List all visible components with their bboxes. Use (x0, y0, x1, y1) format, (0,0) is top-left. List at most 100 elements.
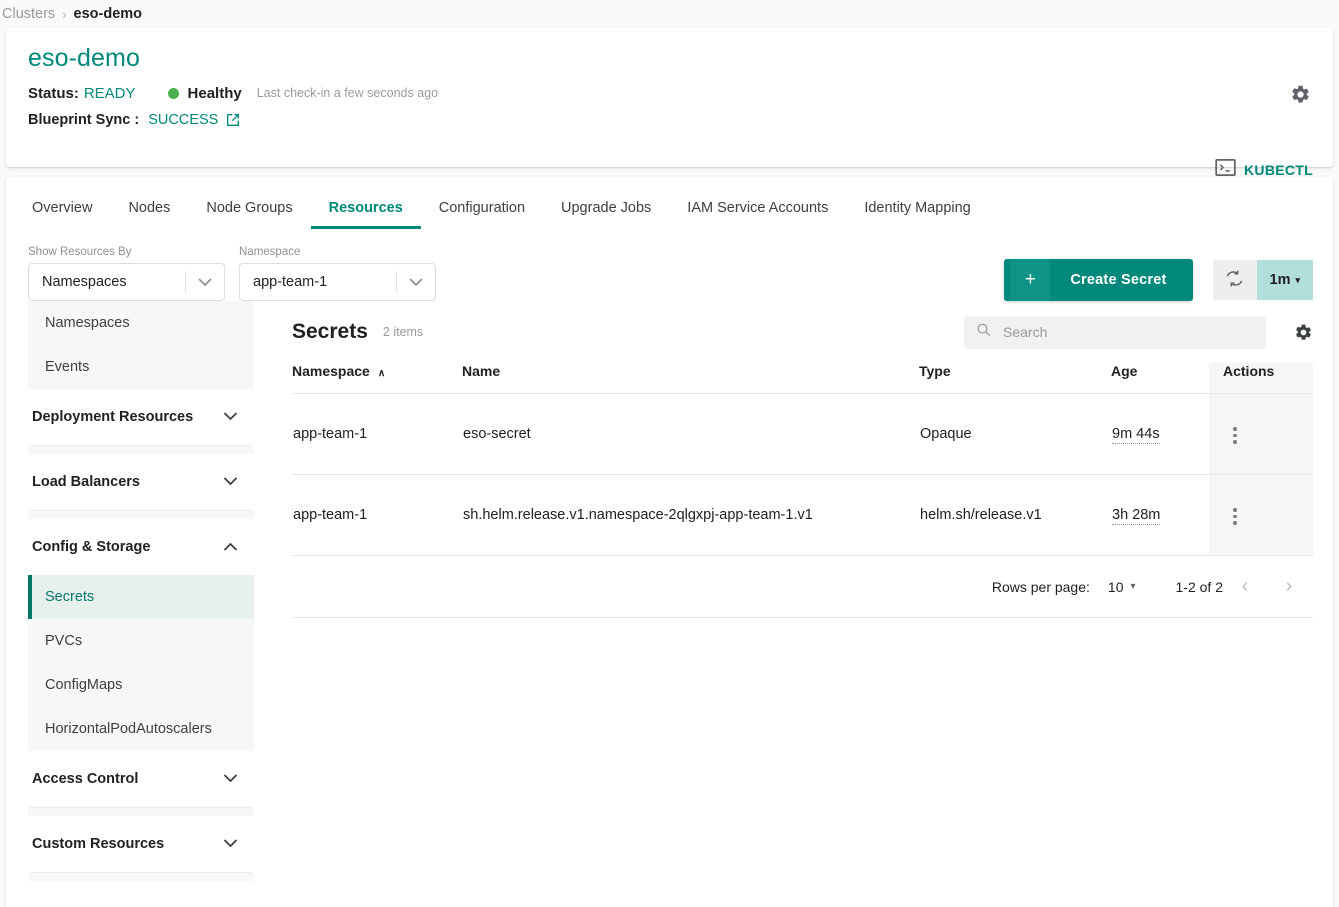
pagination-range: 1-2 of 2 (1175, 578, 1223, 595)
resources-card: Overview Nodes Node Groups Resources Con… (6, 177, 1333, 907)
refresh-icon (1225, 269, 1244, 291)
tab-nodes[interactable]: Nodes (110, 200, 188, 229)
blueprint-sync-row: Blueprint Sync : SUCCESS (28, 112, 1311, 128)
blueprint-sync-label: Blueprint Sync : (28, 112, 140, 128)
column-header-actions: Actions (1209, 363, 1313, 394)
show-resources-by-select[interactable]: Namespaces (28, 263, 225, 301)
tab-configuration[interactable]: Configuration (421, 200, 543, 229)
namespace-value: app-team-1 (253, 274, 328, 290)
tab-overview[interactable]: Overview (14, 200, 110, 229)
column-header-age[interactable]: Age (1111, 363, 1209, 394)
sidebar-item-configmaps[interactable]: ConfigMaps (28, 663, 254, 707)
cell-actions (1209, 393, 1313, 475)
search-icon (976, 322, 991, 342)
sidebar-group-deployment-resources[interactable]: Deployment Resources (28, 389, 254, 445)
sidebar-item-horizontalpodautoscalers[interactable]: HorizontalPodAutoscalers (28, 707, 254, 751)
resources-sidebar: Namespaces Events Deployment Resources L… (28, 301, 254, 881)
cell-name: sh.helm.release.v1.namespace-2qlgxpj-app… (462, 474, 919, 556)
status-row: Status: READY Healthy Last check-in a fe… (28, 84, 1311, 102)
search-box[interactable] (964, 315, 1266, 349)
show-resources-by-label: Show Resources By (28, 246, 132, 258)
show-resources-by-field: Show Resources By Namespaces (28, 246, 225, 301)
rows-per-page-value: 10 (1107, 578, 1124, 595)
sort-asc-icon: ∧ (377, 368, 386, 379)
tab-bar: Overview Nodes Node Groups Resources Con… (6, 177, 1333, 229)
tab-iam-service-accounts[interactable]: IAM Service Accounts (669, 200, 846, 229)
sidebar-group-config-storage[interactable]: Config & Storage (28, 519, 254, 575)
rows-per-page-select[interactable]: 10 ▾ (1108, 579, 1136, 595)
chevron-down-icon (223, 409, 238, 425)
kubectl-label: KUBECTL (1244, 162, 1313, 178)
refresh-interval-value: 1m (1269, 272, 1291, 288)
tab-node-groups[interactable]: Node Groups (188, 200, 310, 229)
external-link-icon[interactable] (225, 112, 241, 128)
column-header-name[interactable]: Name (462, 363, 919, 394)
sidebar-spacer (28, 873, 254, 881)
tab-identity-mapping[interactable]: Identity Mapping (846, 200, 988, 229)
sidebar-group-custom-resources[interactable]: Custom Resources (28, 816, 254, 872)
resources-content: Secrets 2 items Search Namespace ∧ Name … (254, 301, 1333, 881)
secrets-table: Namespace ∧ Name Type Age Actions app-tea… (292, 363, 1313, 556)
row-actions-menu-icon[interactable] (1223, 502, 1247, 531)
sidebar-item-namespaces[interactable]: Namespaces (28, 301, 254, 345)
resources-body: Namespaces Events Deployment Resources L… (6, 301, 1333, 881)
create-secret-button[interactable]: + Create Secret (1004, 259, 1193, 301)
row-actions-menu-icon[interactable] (1223, 421, 1247, 450)
tab-upgrade-jobs[interactable]: Upgrade Jobs (543, 200, 669, 229)
sidebar-spacer (28, 511, 254, 519)
cell-namespace: app-team-1 (292, 474, 462, 556)
namespace-select[interactable]: app-team-1 (239, 263, 436, 301)
refresh-group: 1m ▾ (1212, 260, 1313, 300)
breadcrumb-link-clusters[interactable]: Clusters (2, 6, 55, 22)
status-value: READY (83, 84, 136, 102)
chevron-down-icon (223, 836, 238, 852)
cell-type: Opaque (919, 393, 1111, 475)
sidebar-group-access-control[interactable]: Access Control (28, 751, 254, 807)
pagination-next-button[interactable]: › (1267, 565, 1311, 609)
sidebar-group-label: Access Control (32, 771, 139, 787)
health-label: Healthy (187, 84, 242, 102)
blueprint-sync-value: SUCCESS (148, 112, 219, 128)
sidebar-config-storage-items: Secrets PVCs ConfigMaps HorizontalPodAut… (28, 575, 254, 751)
sidebar-item-secrets[interactable]: Secrets (28, 575, 254, 619)
show-resources-by-value: Namespaces (42, 274, 127, 290)
tab-resources[interactable]: Resources (310, 200, 421, 229)
cluster-settings-button[interactable] (1290, 84, 1311, 105)
age-value: 9m 44s (1112, 426, 1160, 444)
caret-down-icon: ▾ (1295, 274, 1300, 285)
chevron-down-icon (223, 771, 238, 787)
sidebar-group-label: Config & Storage (32, 539, 151, 555)
cell-age: 9m 44s (1111, 393, 1209, 475)
column-header-namespace-label: Namespace (292, 363, 370, 379)
breadcrumb-separator: › (62, 6, 67, 22)
breadcrumb: Clusters › eso-demo (0, 0, 1339, 28)
table-row[interactable]: app-team-1 sh.helm.release.v1.namespace-… (292, 474, 1313, 556)
column-header-type[interactable]: Type (919, 363, 1111, 394)
column-header-namespace[interactable]: Namespace ∧ (292, 363, 462, 394)
sidebar-spacer (28, 808, 254, 816)
table-header-row: Namespace ∧ Name Type Age Actions (292, 363, 1313, 394)
chevron-down-icon (397, 277, 435, 287)
sidebar-top-group: Namespaces Events (28, 301, 254, 389)
refresh-button[interactable] (1212, 260, 1257, 300)
create-secret-label: Create Secret (1070, 272, 1167, 288)
table-row[interactable]: app-team-1 eso-secret Opaque 9m 44s (292, 393, 1313, 475)
cluster-header-card: eso-demo Status: READY Healthy Last chec… (6, 28, 1333, 178)
plus-icon: + (1010, 259, 1051, 301)
sidebar-item-events[interactable]: Events (28, 345, 254, 389)
table-item-count: 2 items (382, 325, 424, 339)
chevron-down-icon (223, 474, 238, 490)
sidebar-group-label: Deployment Resources (32, 409, 194, 425)
sidebar-group-label: Custom Resources (32, 836, 165, 852)
sidebar-group-load-balancers[interactable]: Load Balancers (28, 454, 254, 510)
pagination-prev-button[interactable]: ‹ (1223, 565, 1267, 609)
search-input[interactable] (1001, 323, 1254, 341)
cell-namespace: app-team-1 (292, 393, 462, 475)
sidebar-item-pvcs[interactable]: PVCs (28, 619, 254, 663)
table-settings-button[interactable] (1294, 323, 1313, 342)
caret-down-icon: ▾ (1130, 581, 1136, 592)
refresh-interval-select[interactable]: 1m ▾ (1256, 260, 1313, 300)
sidebar-spacer (28, 446, 254, 454)
sidebar-group-label: Load Balancers (32, 474, 140, 490)
chevron-up-icon (223, 539, 238, 555)
